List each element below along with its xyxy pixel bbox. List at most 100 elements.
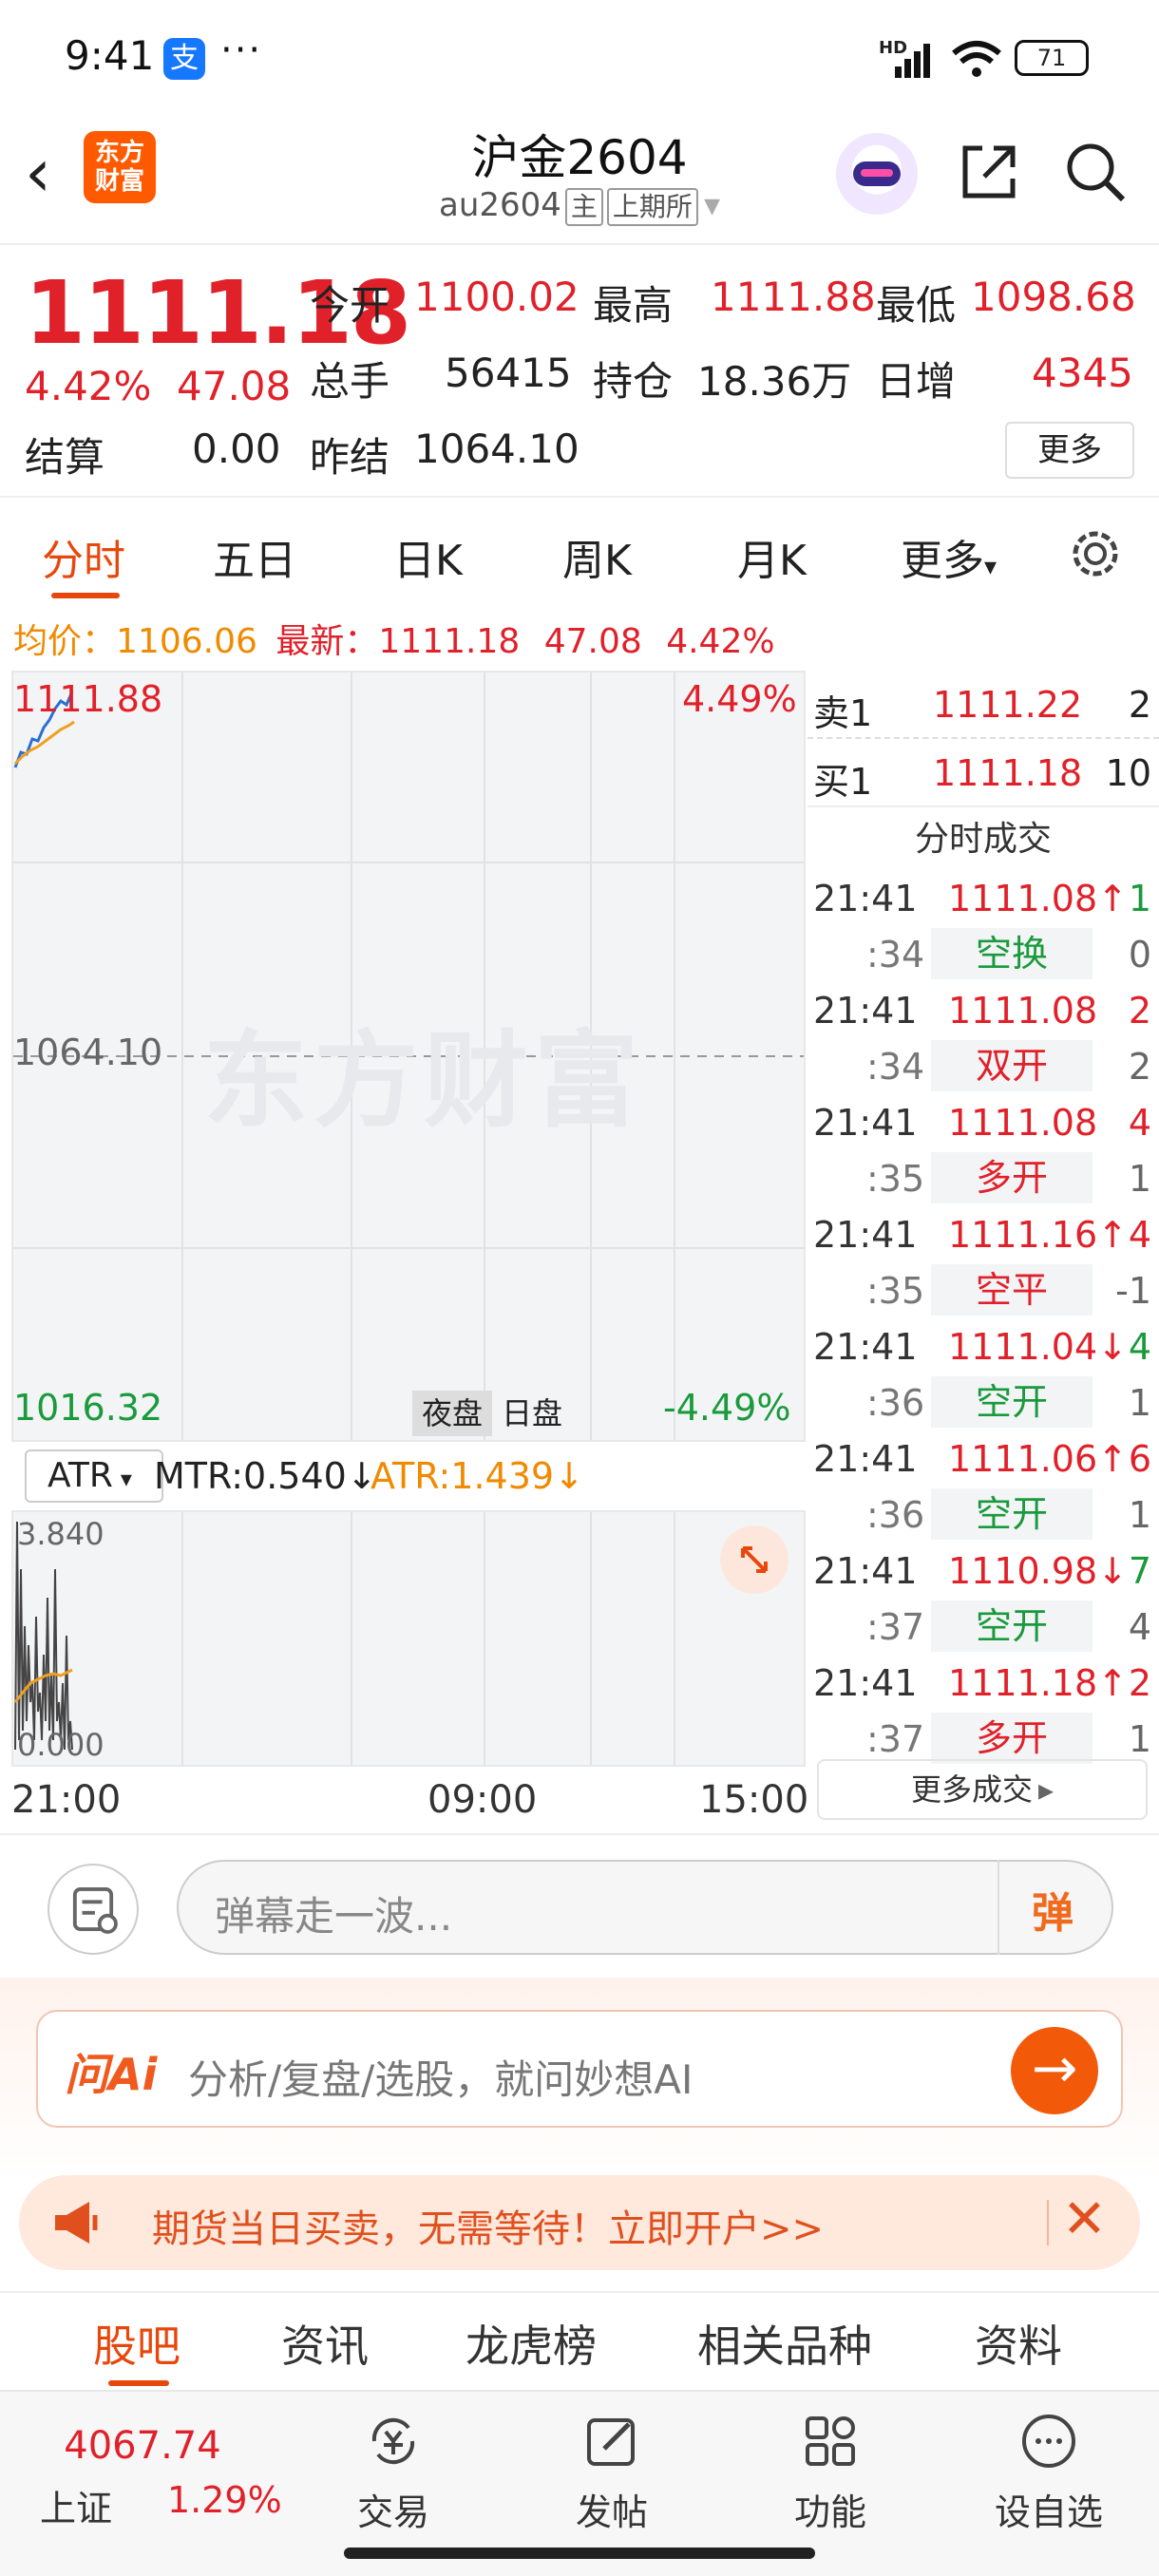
trade-kind: 多开 [931,1713,1092,1764]
tab-monthly-k[interactable]: 月K [737,526,807,587]
chevron-down-icon: ▾ [984,553,998,581]
night-session-button[interactable]: 夜盘 [412,1391,493,1436]
trade-price: 1111.04↓ [948,1326,1128,1368]
indicator-selector[interactable]: ATR ▾ [25,1449,163,1503]
chart-high-pct: 4.49% [682,678,797,720]
active-tab-indicator [108,2380,169,2386]
nav-functions-label: 功能 [793,2491,866,2533]
chevron-down-icon: ▾ [703,186,721,224]
tab-profile[interactable]: 资料 [975,2312,1062,2375]
intraday-chart[interactable]: 东方财富 1111.88 4.49% 1064.10 1016.32 -4.49… [11,671,806,1442]
nav-add-watchlist[interactable]: 设自选 [973,2411,1125,2535]
latest-change: 47.08 [543,622,642,661]
trade-time: 21:41 [813,1326,918,1368]
more-trades-button[interactable]: 更多成交 ▸ [817,1759,1148,1820]
chart-low-value: 1016.32 [13,1387,163,1429]
indicator-bar: ATR ▾ MTR:0.540↓ ATR:1.439↓ [11,1444,806,1508]
share-icon[interactable] [956,139,1022,205]
atr-chart[interactable]: 3.840 0.000 [11,1510,806,1767]
ai-placeholder: 分析/复盘/选股，就问妙想AI [188,2056,694,2103]
trade-time: 21:41 [813,1662,918,1704]
tab-more-label: 更多 [901,537,984,585]
danmu-list-icon[interactable] [48,1864,139,1955]
content-tabs: 股吧 资讯 龙虎榜 相关品种 资料 [0,2291,1159,2390]
danmu-bar: 弹幕走一波... 弹 [0,1833,1159,1976]
close-icon[interactable]: ✕ [1062,2188,1107,2250]
intraday-info-line: 均价：1106.06 最新：1111.18 47.08 4.42% [13,614,775,663]
trade-time: :36 [866,1494,925,1536]
arrow-right-icon[interactable]: → [1011,2027,1098,2114]
nav-trade[interactable]: 交易 [317,2411,469,2535]
trade-time: 21:41 [813,990,918,1032]
tab-related[interactable]: 相关品种 [697,2312,872,2375]
bid-price: 1111.18 [933,752,1083,794]
ask-label: 卖1 [813,692,873,734]
more-quote-button[interactable]: 更多 [1005,422,1134,479]
trade-time: :37 [866,1606,925,1648]
tab-weekly-k[interactable]: 周K [562,526,632,587]
home-indicator [344,2548,815,2559]
trade-row: 21:41 1111.06↑ 6 [808,1430,1159,1487]
settle-label: 结算 [25,434,105,481]
danmu-button-label: 弹 [1032,1889,1074,1938]
tab-daily-k[interactable]: 日K [393,526,463,587]
trade-volume: 6 [1128,1438,1151,1480]
trade-volume: -1 [1115,1270,1151,1312]
trade-row: :35 空平 -1 [808,1262,1159,1318]
robot-avatar-icon[interactable] [836,133,918,215]
search-icon[interactable] [1062,139,1129,205]
trade-row: :34 双开 2 [808,1038,1159,1094]
volume-label: 总手 [310,358,390,405]
atr-value: ATR:1.439↓ [370,1455,584,1497]
chart-high-value: 1111.88 [13,678,163,720]
avg-label: 均价： [13,622,117,661]
gear-icon[interactable] [1068,526,1123,581]
wifi-icon [952,41,1001,77]
ai-logo: 问Ai [65,2049,158,2100]
tab-more[interactable]: 更多▾ [901,526,997,587]
add-watchlist-icon [1022,2415,1075,2468]
chevron-down-icon: ▾ [120,1466,132,1492]
trades-list[interactable]: 21:41 1111.08↑ 1:34 空换 0 21:41 1111.08 2:34 双开 2 2… [808,870,1159,1767]
indicator-name: ATR [48,1456,113,1495]
trade-volume: 2 [1128,1046,1151,1088]
quote-panel: 1111.18 4.42% 47.08 今开 1100.02 最高 1111.8… [0,243,1159,494]
chart-tabs: 分时 五日 日K 周K 月K 更多▾ [0,496,1159,608]
tab-guba[interactable]: 股吧 [93,2312,180,2375]
main-contract-tag: 主 [564,188,603,226]
tab-dragon-tiger[interactable]: 龙虎榜 [466,2312,597,2375]
mtr-line [14,1521,73,1751]
tab-five-day[interactable]: 五日 [213,526,296,587]
trade-time: :35 [866,1158,925,1200]
expand-icon[interactable] [720,1525,788,1594]
trade-row: :36 空开 1 [808,1374,1159,1430]
trade-volume: 4 [1128,1102,1151,1144]
danmu-toggle-button[interactable]: 弹 [998,1860,1113,1955]
promo-banner[interactable]: 期货当日买卖，无需等待！立即开户>> ✕ [19,2175,1140,2270]
order-book-panel: 卖1 1111.22 2 买1 1111.18 10 分时成交 21:41 111… [808,671,1159,1767]
trade-volume: 1 [1128,1382,1151,1424]
trade-icon [371,2417,415,2465]
trade-row: :37 空开 4 [808,1599,1159,1655]
trade-time: 21:41 [813,878,918,919]
trade-kind: 空开 [931,1488,1092,1540]
nav-functions[interactable]: 功能 [754,2411,906,2535]
high-label: 最高 [593,282,674,329]
mtr-label: MTR:0.540 [154,1455,347,1497]
trades-title: 分时成交 [808,805,1159,870]
trade-kind: 空开 [931,1376,1092,1428]
trade-row: :36 空开 1 [808,1487,1159,1543]
tab-news[interactable]: 资讯 [281,2312,369,2375]
avg-price: 1106.06 [116,622,257,661]
nav-trade-label: 交易 [356,2491,429,2533]
trade-price: 1111.08↑ [948,878,1128,919]
day-session-button[interactable]: 日盘 [492,1391,572,1436]
tab-intraday[interactable]: 分时 [42,526,125,587]
ai-input[interactable]: 问Ai 分析/复盘/选股，就问妙想AI → [36,2010,1123,2128]
nav-post[interactable]: 发帖 [536,2411,688,2535]
watermark: 东方财富 [203,1020,644,1142]
trade-price: 1111.16↑ [948,1214,1128,1256]
post-icon [587,2418,635,2466]
trade-time: 21:41 [813,1214,918,1256]
latest-price: 1111.18 [378,622,521,661]
